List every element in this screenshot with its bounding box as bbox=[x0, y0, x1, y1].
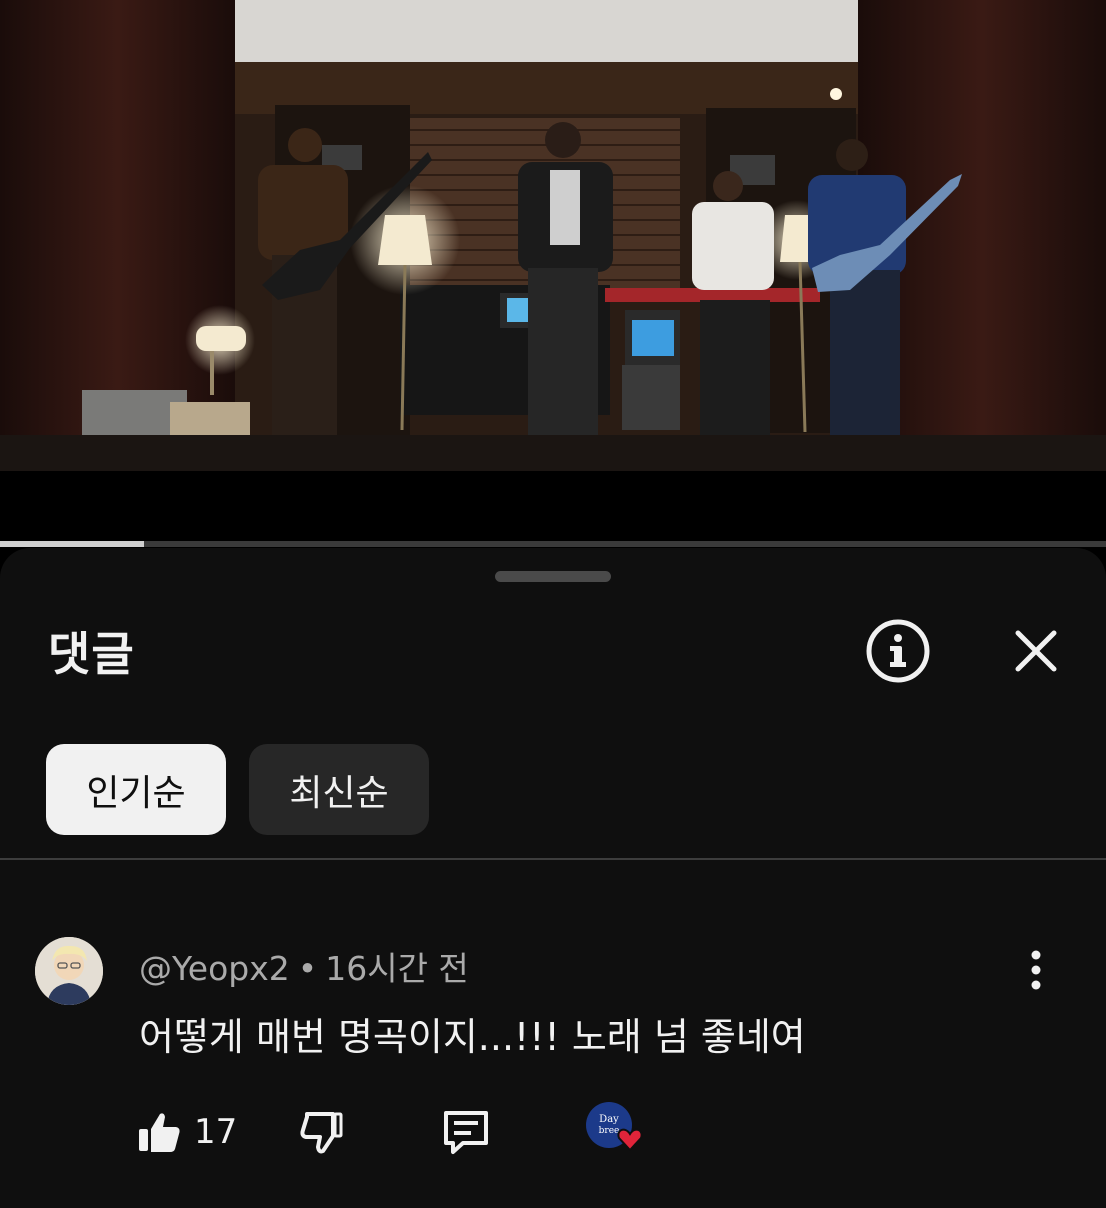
avatar[interactable] bbox=[35, 937, 103, 1005]
creator-heart-badge: Day bree bbox=[586, 1100, 646, 1158]
thumbs-up-icon bbox=[139, 1113, 180, 1152]
video-progress-bar[interactable] bbox=[0, 541, 1106, 547]
more-vertical-icon bbox=[1031, 950, 1041, 990]
info-button[interactable] bbox=[863, 616, 933, 686]
comments-sheet: 댓글 인기순 최신순 @Yeopx2 • 16시간 전 어떻게 매번 명곡이지.… bbox=[0, 548, 1106, 1208]
reply-icon bbox=[444, 1111, 488, 1154]
sort-chip-newest[interactable]: 최신순 bbox=[249, 744, 429, 835]
video-progress-fill bbox=[0, 541, 144, 547]
sort-chip-top[interactable]: 인기순 bbox=[46, 744, 226, 835]
reply-button[interactable] bbox=[441, 1104, 491, 1160]
drag-handle[interactable] bbox=[495, 571, 611, 582]
video-player[interactable] bbox=[0, 0, 1106, 541]
divider bbox=[0, 858, 1106, 860]
comment-meta: @Yeopx2 • 16시간 전 bbox=[139, 942, 469, 990]
more-options-button[interactable] bbox=[1016, 946, 1056, 994]
like-count: 17 bbox=[194, 1112, 238, 1152]
sort-chips: 인기순 최신순 bbox=[46, 744, 429, 835]
comment-author[interactable]: @Yeopx2 bbox=[139, 949, 290, 988]
like-button[interactable]: 17 bbox=[136, 1104, 237, 1160]
heart-icon bbox=[617, 1128, 643, 1152]
svg-text:Day: Day bbox=[599, 1114, 619, 1125]
comment-text: 어떻게 매번 명곡이지...!!! 노래 넘 좋네여 bbox=[139, 1015, 806, 1059]
svg-text:bree: bree bbox=[599, 1126, 620, 1136]
thumbs-down-icon bbox=[300, 1112, 343, 1154]
comments-title: 댓글 bbox=[48, 627, 135, 681]
dislike-button[interactable] bbox=[299, 1104, 345, 1160]
video-frame bbox=[0, 0, 1106, 541]
close-icon bbox=[1015, 630, 1057, 672]
comment-time: 16시간 전 bbox=[325, 949, 469, 988]
close-button[interactable] bbox=[1001, 616, 1071, 686]
comment-actions: 17 Day bree bbox=[136, 1102, 696, 1160]
meta-separator: • bbox=[297, 949, 318, 988]
info-icon bbox=[866, 619, 930, 683]
